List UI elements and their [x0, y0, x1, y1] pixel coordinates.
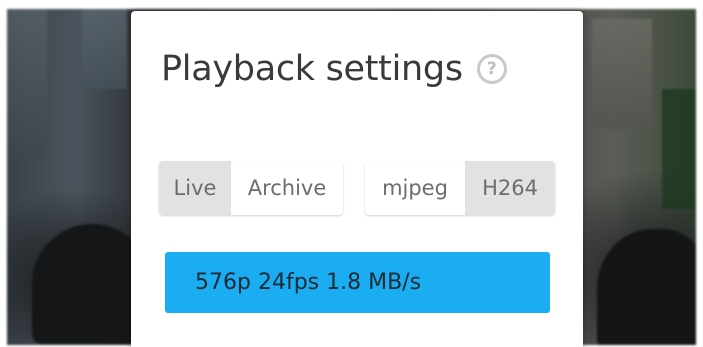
mode-live-button[interactable]: Live [159, 161, 231, 215]
background-door [82, 9, 127, 89]
playback-settings-dialog: Playback settings ? Live Archive mjpeg H… [131, 11, 583, 347]
dialog-title: Playback settings [161, 49, 463, 89]
codec-mjpeg-button[interactable]: mjpeg [365, 161, 465, 215]
background-wall [7, 9, 47, 159]
background-plant [662, 89, 696, 209]
codec-h264-button[interactable]: H264 [465, 161, 555, 215]
background-chair-right [597, 229, 696, 345]
screen: Playback settings ? Live Archive mjpeg H… [0, 0, 703, 347]
mode-archive-button[interactable]: Archive [231, 161, 343, 215]
codec-toggle: mjpeg H264 [365, 161, 555, 215]
background-box [592, 19, 652, 129]
dialog-header: Playback settings ? [161, 49, 507, 89]
mode-toggle: Live Archive [159, 161, 343, 215]
quality-select-button[interactable]: 576p 24fps 1.8 MB/s [165, 252, 550, 313]
question-circle-icon[interactable]: ? [476, 54, 507, 84]
